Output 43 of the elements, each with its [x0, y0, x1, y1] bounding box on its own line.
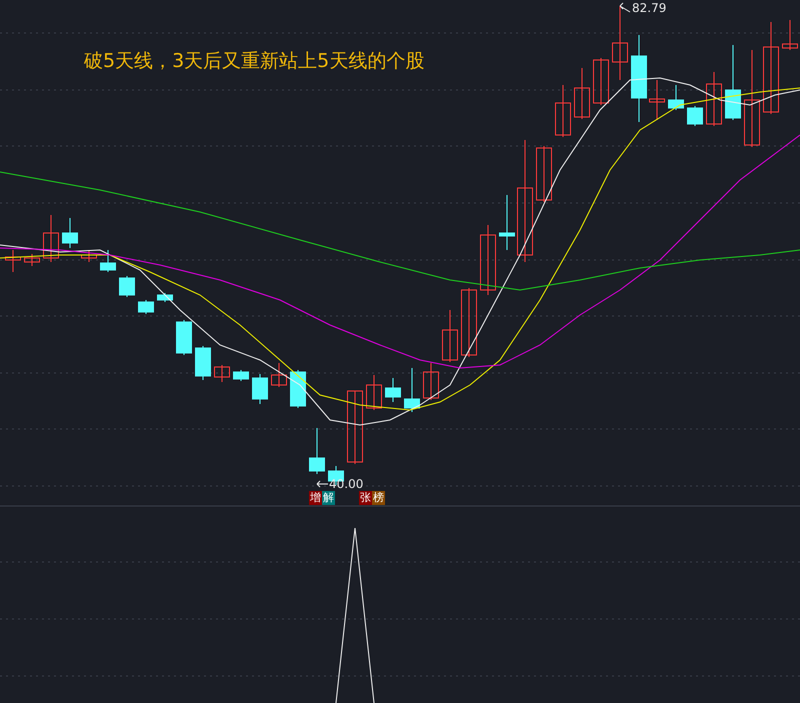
rising-candlestick [480, 224, 496, 296]
falling-candlestick [309, 428, 325, 474]
rising-candlestick [24, 254, 40, 266]
falling-candlestick [404, 368, 420, 412]
rising-candlestick [423, 362, 439, 400]
falling-candlestick [233, 370, 249, 382]
falling-candlestick [195, 346, 211, 380]
rising-candlestick [593, 58, 609, 106]
rising-candlestick [5, 250, 21, 272]
pointer-arrow-icon [316, 480, 328, 488]
falling-candlestick [176, 320, 192, 356]
chart-caption: 破5天线，3天后又重新站上5天线的个股 [84, 50, 424, 73]
signal-tag: 解 [322, 491, 335, 505]
pointer-arrow-icon [620, 2, 630, 12]
falling-candlestick [138, 300, 154, 314]
rising-candlestick [536, 146, 552, 202]
rising-candlestick [214, 364, 230, 382]
rising-candlestick [461, 288, 477, 358]
rising-candlestick [706, 72, 722, 126]
rising-candlestick [555, 84, 571, 138]
falling-candlestick [119, 276, 135, 298]
falling-candlestick [100, 250, 116, 272]
rising-candlestick [574, 68, 590, 120]
falling-candlestick [157, 292, 173, 302]
rising-candlestick [43, 214, 59, 262]
signal-tag: 张 [359, 491, 372, 505]
rising-candlestick [442, 310, 458, 362]
falling-candlestick [385, 378, 401, 402]
falling-candlestick [290, 370, 306, 408]
falling-candlestick [252, 374, 268, 404]
signal-tag: 榜 [372, 491, 385, 505]
high-price-label: 82.79 [632, 1, 666, 16]
rising-candlestick [782, 20, 798, 50]
rising-candlestick [271, 362, 287, 388]
rising-candlestick [366, 374, 382, 410]
falling-candlestick [499, 194, 515, 250]
falling-candlestick [687, 106, 703, 126]
falling-candlestick [62, 218, 78, 248]
low-price-label: 40.00 [329, 477, 364, 492]
rising-candlestick [81, 250, 97, 262]
falling-candlestick [668, 84, 684, 110]
signal-tag: 增 [309, 491, 322, 505]
rising-candlestick [649, 80, 665, 120]
